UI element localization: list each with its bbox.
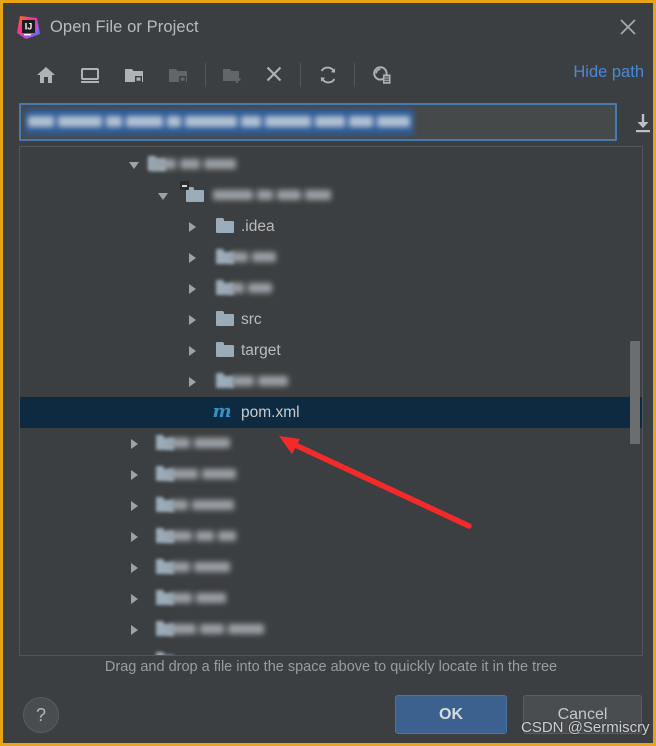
tree-row-label	[168, 621, 264, 638]
tree-scrollbar-thumb[interactable]	[630, 341, 640, 444]
tree-row[interactable]: target	[20, 335, 642, 366]
show-hidden-icon[interactable]	[366, 59, 398, 91]
tree-row-label	[213, 187, 331, 204]
path-input[interactable]	[19, 103, 617, 141]
maven-file-icon: m	[212, 401, 232, 422]
path-input-redacted-value	[25, 109, 414, 135]
folder-icon	[216, 342, 234, 358]
tree-row-label	[170, 559, 230, 576]
path-field-row	[19, 103, 650, 141]
intellij-idea-logo-icon: IJ	[16, 15, 41, 40]
close-icon[interactable]	[612, 12, 644, 44]
tree-row[interactable]	[20, 459, 642, 490]
tree-row[interactable]	[20, 521, 642, 552]
tree-row[interactable]	[20, 552, 642, 583]
home-icon[interactable]	[30, 59, 62, 91]
folder-icon	[216, 311, 234, 327]
toolbar-divider-1	[205, 63, 206, 87]
tree-row[interactable]	[20, 366, 642, 397]
chevron-down-icon[interactable]	[128, 159, 140, 171]
tree-row[interactable]	[20, 490, 642, 521]
tree-row-label: target	[241, 342, 281, 359]
delete-icon[interactable]	[258, 59, 290, 91]
desktop-icon[interactable]	[74, 59, 106, 91]
tree-row[interactable]	[20, 645, 642, 655]
chevron-right-icon[interactable]	[128, 469, 140, 481]
chevron-right-icon[interactable]	[186, 345, 198, 357]
download-arrow-icon[interactable]	[627, 109, 653, 137]
tree-row[interactable]: src	[20, 304, 642, 335]
tree-row[interactable]	[20, 614, 642, 645]
tree-row-label	[230, 280, 272, 297]
tree-row-label	[150, 156, 236, 173]
chevron-right-icon[interactable]	[186, 221, 198, 233]
new-folder-icon	[216, 59, 248, 91]
module-folder-icon	[162, 59, 194, 91]
chevron-right-icon[interactable]	[186, 314, 198, 326]
tree-row-label: pom.xml	[241, 404, 300, 421]
open-file-dialog: IJ Open File or Project Hide path .idea …	[0, 0, 656, 746]
tree-row[interactable]	[20, 428, 642, 459]
chevron-right-icon[interactable]	[128, 593, 140, 605]
file-tree[interactable]: .idea src target m pom.xml	[19, 146, 643, 656]
folder-icon	[156, 652, 174, 655]
folder-icon	[216, 218, 234, 234]
tree-row[interactable]	[20, 180, 642, 211]
tree-row-pom-xml[interactable]: m pom.xml	[20, 397, 642, 428]
tree-row-label	[166, 528, 236, 545]
ok-button[interactable]: OK	[395, 695, 507, 734]
tree-row-label	[168, 466, 236, 483]
drag-drop-hint: Drag and drop a file into the space abov…	[104, 659, 558, 675]
tree-scrollbar[interactable]	[629, 148, 641, 655]
help-button[interactable]: ?	[23, 697, 59, 733]
tree-row[interactable]	[20, 149, 642, 180]
project-folder-icon[interactable]	[118, 59, 150, 91]
tree-row[interactable]	[20, 583, 642, 614]
tree-row-label	[230, 249, 276, 266]
chevron-right-icon[interactable]	[186, 283, 198, 295]
chevron-right-icon[interactable]	[186, 376, 198, 388]
tree-row-label	[168, 435, 230, 452]
refresh-icon[interactable]	[312, 59, 344, 91]
tree-row[interactable]: .idea	[20, 211, 642, 242]
module-folder-icon	[180, 181, 204, 203]
toolbar-divider-3	[354, 63, 355, 87]
chevron-right-icon[interactable]	[128, 624, 140, 636]
toolbar-divider-2	[300, 63, 301, 87]
tree-row[interactable]	[20, 273, 642, 304]
svg-text:IJ: IJ	[25, 22, 33, 32]
toolbar: Hide path	[6, 51, 653, 99]
tree-row-label	[170, 590, 226, 607]
tree-row-label: .idea	[241, 218, 275, 235]
tree-row[interactable]	[20, 242, 642, 273]
chevron-right-icon[interactable]	[128, 562, 140, 574]
chevron-right-icon[interactable]	[128, 500, 140, 512]
chevron-right-icon[interactable]	[128, 438, 140, 450]
chevron-right-icon[interactable]	[186, 252, 198, 264]
chevron-right-icon[interactable]	[128, 531, 140, 543]
tree-row-label	[170, 497, 234, 514]
title-bar: IJ Open File or Project	[6, 6, 653, 48]
hide-path-link[interactable]: Hide path	[573, 63, 644, 82]
chevron-down-icon[interactable]	[157, 190, 169, 202]
watermark: CSDN @Sermiscry	[521, 719, 650, 736]
tree-row-label: src	[241, 311, 262, 328]
page-title: Open File or Project	[50, 18, 199, 36]
tree-row-label	[232, 373, 288, 390]
